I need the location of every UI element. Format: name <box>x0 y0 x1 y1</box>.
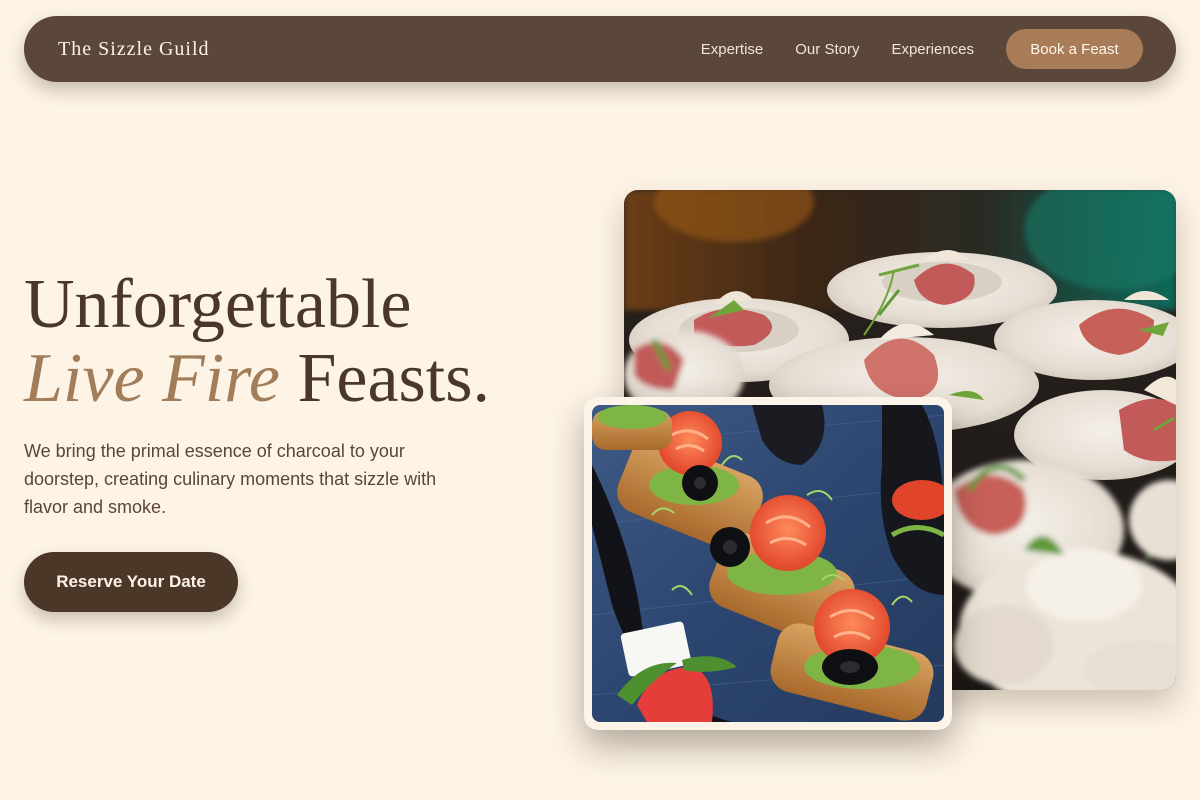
hero-description: We bring the primal essence of charcoal … <box>24 441 437 517</box>
top-navbar: The Sizzle Guild Expertise Our Story Exp… <box>24 16 1176 82</box>
nav-links: Expertise Our Story Experiences Book a F… <box>701 29 1143 69</box>
hero-title: Unforgettable Live Fire Feasts. <box>24 268 490 416</box>
salmon-crostini-illustration <box>592 405 944 722</box>
inset-food-photo <box>592 405 944 722</box>
nav-link-expertise[interactable]: Expertise <box>701 41 764 58</box>
nav-link-experiences[interactable]: Experiences <box>891 41 974 58</box>
hero-title-rest: Feasts. <box>279 340 490 417</box>
hero-title-line-2: Live Fire Feasts. <box>24 342 490 416</box>
hero-title-line-1: Unforgettable <box>24 266 412 343</box>
reserve-your-date-button[interactable]: Reserve Your Date <box>24 552 238 612</box>
nav-link-our-story[interactable]: Our Story <box>795 41 859 58</box>
hero-title-accent: Live Fire <box>24 340 280 417</box>
brand-logo[interactable]: The Sizzle Guild <box>58 38 210 61</box>
book-a-feast-button[interactable]: Book a Feast <box>1006 29 1143 69</box>
inset-food-photo-card <box>584 397 952 730</box>
